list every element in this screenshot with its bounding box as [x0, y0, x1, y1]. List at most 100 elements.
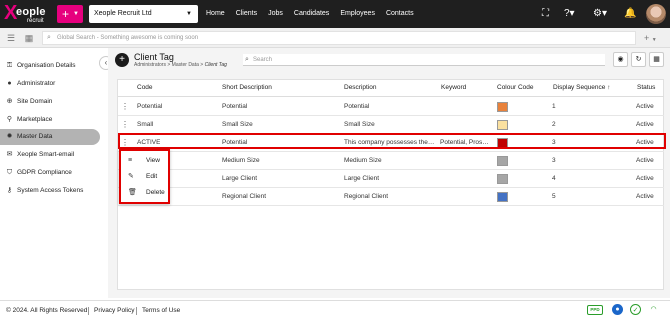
nav-jobs[interactable]: Jobs: [268, 0, 283, 28]
sidebar-item-organisation-details[interactable]: ⚿ Organisation Details: [0, 58, 100, 74]
quick-add-button[interactable]: + ▼: [57, 5, 83, 23]
help-icon[interactable]: ?▾: [564, 7, 575, 21]
list-icon: ≡: [128, 157, 133, 164]
cell-display-sequence: 1: [552, 103, 556, 110]
pencil-icon: ✎: [128, 173, 134, 180]
nav-clients[interactable]: Clients: [236, 0, 257, 28]
menu-item-view[interactable]: ≡ View: [121, 153, 168, 168]
sidebar-item-label: Administrator: [17, 80, 56, 87]
menu-item-label: View: [146, 157, 160, 164]
privacy-policy-link[interactable]: Privacy Policy: [94, 301, 134, 320]
refresh-icon: ↻: [635, 56, 642, 63]
shield-icon: ⛉: [6, 169, 13, 176]
cell-display-sequence: 2: [552, 121, 556, 128]
refresh-button[interactable]: ↻: [631, 52, 646, 67]
cell-short-description: Regional Client: [222, 193, 267, 200]
sidebar-item-access-tokens[interactable]: ⚷ System Access Tokens: [0, 183, 100, 199]
nav-employees[interactable]: Employees: [340, 0, 375, 28]
company-selector[interactable]: Xeople Recruit Ltd ▼: [89, 5, 198, 23]
table-row[interactable]: ⋮ Potential Potential Potential 1 Active: [118, 98, 664, 116]
sidebar-item-site-domain[interactable]: ⊕ Site Domain: [0, 94, 100, 110]
table-row[interactable]: Large Client Large Client 4 Active: [118, 170, 664, 188]
key-icon: ⚿: [6, 62, 13, 69]
settings-icon: ✹: [6, 133, 13, 140]
table-row[interactable]: ⋮ Small Small Size Small Size 2 Active: [118, 116, 664, 134]
ppd-badge: PPD: [587, 305, 603, 315]
wifi-icon: ◠: [650, 306, 657, 313]
nav-candidates[interactable]: Candidates: [294, 0, 329, 28]
column-header-description[interactable]: Description: [344, 82, 377, 94]
column-header-colour-code[interactable]: Colour Code: [497, 82, 534, 94]
cell-status: Active: [636, 193, 654, 200]
row-context-menu: ≡ View ✎ Edit 🗑 Delete: [119, 149, 170, 204]
global-search-bar: ☰ ▦ ⌕ Global Search - Something awesome …: [0, 28, 670, 48]
row-actions-icon[interactable]: ⋮: [121, 98, 129, 116]
table-row[interactable]: Regional Client Regional Client 5 Active: [118, 188, 664, 206]
copyright: © 2024. All Rights Reserved: [6, 307, 88, 314]
breadcrumb-current: Client Tag: [204, 62, 227, 68]
cell-description: Potential: [344, 103, 370, 110]
search-placeholder: Search: [253, 57, 273, 63]
table-row[interactable]: Medium Size Medium Size 3 Active: [118, 152, 664, 170]
plus-icon: +: [119, 54, 125, 65]
cell-short-description: Medium Size: [222, 157, 260, 164]
cell-status: Active: [636, 103, 654, 110]
colour-swatch: [497, 120, 508, 130]
menu-item-edit[interactable]: ✎ Edit: [121, 169, 168, 184]
sidebar: ⚿ Organisation Details ● Administrator ⊕…: [0, 48, 100, 298]
eye-icon: ◉: [617, 56, 624, 63]
logo-word: eople: [16, 6, 46, 18]
plus-icon: +: [62, 7, 70, 21]
pin-icon: ⚲: [6, 116, 13, 123]
divider: [88, 307, 89, 315]
row-actions-icon[interactable]: ⋮: [121, 116, 129, 134]
breadcrumb-item[interactable]: Administrators: [134, 62, 166, 68]
menu-item-delete[interactable]: 🗑 Delete: [121, 185, 168, 200]
breadcrumb: Administrators > Master Data > Client Ta…: [134, 62, 227, 68]
list-view-icon[interactable]: ☰: [3, 31, 19, 45]
globe-icon: ⊕: [6, 98, 13, 105]
cell-display-sequence: 3: [552, 157, 556, 164]
grid-view-button[interactable]: ▦: [649, 52, 664, 67]
sidebar-item-label: Marketplace: [17, 116, 53, 123]
global-add-button[interactable]: + ▼: [644, 31, 657, 47]
nav-home[interactable]: Home: [206, 0, 225, 28]
column-header-short-description[interactable]: Short Description: [222, 82, 272, 94]
terms-of-use-link[interactable]: Terms of Use: [142, 301, 180, 320]
check-circle-icon: ✓: [630, 304, 641, 315]
chevron-down-icon: ▼: [73, 11, 79, 17]
user-icon[interactable]: ●: [612, 304, 623, 315]
nav-contacts[interactable]: Contacts: [386, 0, 414, 28]
xeople-logo[interactable]: X eople recruit: [4, 2, 52, 25]
top-bar: X eople recruit + ▼ Xeople Recruit Ltd ▼…: [0, 0, 670, 28]
sidebar-item-label: Site Domain: [17, 98, 53, 105]
search-icon: ⌕: [47, 34, 51, 41]
sidebar-item-marketplace[interactable]: ⚲ Marketplace: [0, 112, 100, 128]
gear-icon[interactable]: ⚙▾: [593, 7, 607, 21]
breadcrumb-item[interactable]: Master Data: [172, 62, 199, 68]
sidebar-item-gdpr[interactable]: ⛉ GDPR Compliance: [0, 165, 100, 181]
column-header-code[interactable]: Code: [137, 82, 153, 94]
grid-view-icon[interactable]: ▦: [21, 31, 37, 45]
cell-status: Active: [636, 175, 654, 182]
bell-icon[interactable]: 🔔: [624, 7, 636, 21]
global-search-input[interactable]: ⌕ Global Search - Something awesome is c…: [42, 31, 636, 45]
sidebar-item-smart-email[interactable]: ✉ Xeople Smart-email: [0, 147, 100, 163]
column-header-display-sequence[interactable]: Display Sequence ↑: [553, 82, 610, 94]
search-input[interactable]: ⌕ Search: [243, 54, 605, 66]
sidebar-item-master-data[interactable]: ✹ Master Data: [0, 129, 100, 145]
avatar[interactable]: [646, 4, 666, 24]
fullscreen-icon[interactable]: ⛶: [542, 7, 549, 21]
header-divider: [118, 96, 664, 97]
cell-status: Active: [636, 121, 654, 128]
menu-item-label: Edit: [146, 173, 158, 180]
add-record-button[interactable]: +: [115, 53, 129, 67]
column-header-status[interactable]: Status: [637, 82, 655, 94]
cell-description: Medium Size: [344, 157, 382, 164]
column-header-keyword[interactable]: Keyword: [441, 82, 466, 94]
view-button[interactable]: ◉: [613, 52, 628, 67]
colour-swatch: [497, 174, 508, 184]
cell-status: Active: [636, 157, 654, 164]
sidebar-item-administrator[interactable]: ● Administrator: [0, 76, 100, 92]
cell-description: Regional Client: [344, 193, 389, 200]
